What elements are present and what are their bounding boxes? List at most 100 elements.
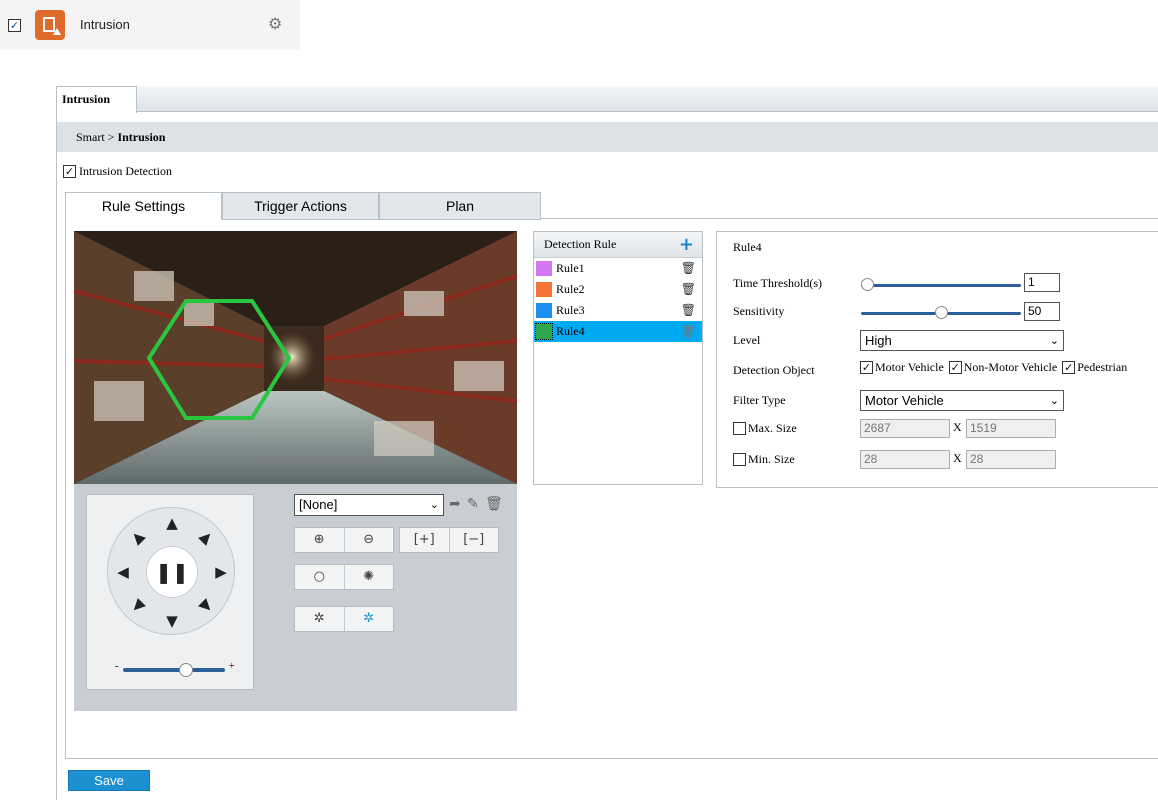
- tab-rule-settings[interactable]: Rule Settings: [65, 192, 222, 220]
- breadcrumb-separator: >: [107, 130, 115, 144]
- rule-item-1[interactable]: Rule1 🗑: [534, 258, 702, 279]
- min-size-toggle[interactable]: Min. Size: [733, 452, 795, 467]
- pedestrian-checkbox[interactable]: ✓: [1062, 361, 1076, 374]
- rule-color-swatch: [535, 323, 553, 340]
- filter-type-select[interactable]: Motor Vehicle ⌄: [860, 390, 1064, 411]
- delete-rule-icon[interactable]: 🗑: [681, 321, 696, 342]
- pan-down-icon[interactable]: ▼: [163, 612, 181, 630]
- ptz-control-area: ▲ ▼ ◀ ▶ ▲ ▲ ▲ ▲ ❚❚ - + [None] ⌄ ➦ ✎ 🗑 ⊕ …: [74, 484, 517, 711]
- tab-intrusion[interactable]: Intrusion: [57, 86, 137, 113]
- max-size-checkbox[interactable]: [733, 422, 746, 435]
- time-threshold-input[interactable]: 1: [1024, 273, 1060, 292]
- zoom-button-group: ⊕ ⊖: [294, 527, 394, 553]
- feature-enable-checkbox[interactable]: ✓: [8, 19, 21, 32]
- non-motor-vehicle-label: Non-Motor Vehicle: [963, 360, 1058, 374]
- pan-right-icon[interactable]: ▶: [212, 563, 230, 581]
- detection-object-label: Detection Object: [733, 363, 815, 377]
- edit-preset-icon[interactable]: ✎: [467, 496, 479, 512]
- rule-item-2[interactable]: Rule2 🗑: [534, 279, 702, 300]
- rule-item-3[interactable]: Rule3 🗑: [534, 300, 702, 321]
- sensitivity-input[interactable]: 50: [1024, 302, 1060, 321]
- speed-plus-label: +: [229, 661, 235, 672]
- size-separator: X: [953, 420, 962, 434]
- speed-slider-knob[interactable]: [179, 663, 193, 677]
- min-size-label: Min. Size: [748, 452, 795, 466]
- focus-near-icon[interactable]: [+]: [400, 528, 450, 552]
- sensitivity-label: Sensitivity: [733, 304, 785, 318]
- sensitivity-knob[interactable]: [935, 306, 948, 319]
- rule-label: Rule2: [556, 282, 585, 296]
- time-threshold-knob[interactable]: [861, 278, 874, 291]
- live-video-view[interactable]: [74, 231, 517, 484]
- zoom-in-icon[interactable]: ⊕: [295, 528, 345, 552]
- motor-vehicle-option[interactable]: ✓ Motor Vehicle: [860, 360, 944, 375]
- time-threshold-slider[interactable]: [861, 278, 1021, 291]
- focus-button-group: [+] [−]: [399, 527, 499, 553]
- max-size-toggle[interactable]: Max. Size: [733, 421, 797, 436]
- gear-icon[interactable]: ⚙: [268, 14, 282, 33]
- min-size-checkbox[interactable]: [733, 453, 746, 466]
- level-select[interactable]: High ⌄: [860, 330, 1064, 351]
- rule-color-swatch: [536, 303, 552, 318]
- breadcrumb: Smart > Intrusion: [57, 122, 1158, 152]
- motor-vehicle-label: Motor Vehicle: [875, 360, 944, 374]
- delete-rule-icon[interactable]: 🗑: [681, 258, 696, 279]
- go-to-preset-icon[interactable]: ➦: [449, 496, 461, 512]
- non-motor-vehicle-option[interactable]: ✓ Non-Motor Vehicle: [948, 360, 1058, 375]
- max-size-width-input[interactable]: 2687: [860, 419, 950, 438]
- detection-object-options: ✓ Motor Vehicle ✓ Non-Motor Vehicle ✓ Pedes…: [860, 360, 1127, 375]
- sensitivity-slider[interactable]: [861, 306, 1021, 319]
- preset-select[interactable]: [None] ⌄: [294, 494, 444, 516]
- focus-far-icon[interactable]: [−]: [450, 528, 499, 552]
- tab-trigger-actions[interactable]: Trigger Actions: [222, 192, 379, 220]
- save-button[interactable]: Save: [68, 770, 150, 791]
- light-icon[interactable]: ✲: [295, 607, 345, 631]
- breadcrumb-parent[interactable]: Smart: [76, 130, 105, 144]
- pan-up-icon[interactable]: ▲: [163, 514, 181, 532]
- pan-down-right-icon[interactable]: ▲: [194, 594, 219, 619]
- iris-close-icon[interactable]: ✺: [345, 565, 394, 589]
- feature-title: Intrusion: [80, 17, 130, 32]
- breadcrumb-current: Intrusion: [117, 130, 166, 144]
- panel-tabstrip: Intrusion: [57, 86, 1158, 113]
- intrusion-detection-checkbox[interactable]: ✓: [63, 165, 76, 178]
- ptz-speed-slider[interactable]: - +: [115, 661, 235, 677]
- min-size-height-input[interactable]: 28: [966, 450, 1056, 469]
- level-select-value: High: [865, 333, 892, 348]
- tab-plan[interactable]: Plan: [379, 192, 541, 220]
- iris-open-icon[interactable]: ○: [295, 565, 345, 589]
- delete-rule-icon[interactable]: 🗑: [681, 300, 696, 321]
- pedestrian-option[interactable]: ✓ Pedestrian: [1062, 360, 1127, 375]
- ptz-dpad: ▲ ▼ ◀ ▶ ▲ ▲ ▲ ▲ ❚❚: [107, 507, 235, 635]
- wiper-icon[interactable]: ✲: [345, 607, 394, 631]
- warehouse-scene: [74, 231, 517, 484]
- motor-vehicle-checkbox[interactable]: ✓: [860, 361, 873, 374]
- rule-color-swatch: [536, 282, 552, 297]
- rule-list-title: Detection Rule: [544, 237, 617, 251]
- detection-rule-list: Detection Rule + Rule1 🗑 Rule2 🗑 Rule3 🗑…: [533, 231, 703, 485]
- level-label: Level: [733, 333, 761, 347]
- min-size-width-input[interactable]: 28: [860, 450, 950, 469]
- pedestrian-label: Pedestrian: [1077, 360, 1128, 374]
- delete-rule-icon[interactable]: 🗑: [681, 279, 696, 300]
- non-motor-vehicle-checkbox[interactable]: ✓: [948, 361, 962, 374]
- pan-up-left-icon[interactable]: ▲: [124, 524, 149, 549]
- add-rule-icon[interactable]: +: [679, 232, 694, 257]
- rule-item-4[interactable]: Rule4 🗑: [534, 321, 702, 342]
- pan-left-icon[interactable]: ◀: [114, 563, 132, 581]
- filter-type-select-value: Motor Vehicle: [865, 393, 944, 408]
- pan-up-right-icon[interactable]: ▲: [194, 524, 219, 549]
- rule-label: Rule3: [556, 303, 585, 317]
- preset-select-value: [None]: [299, 497, 338, 512]
- intrusion-detection-toggle[interactable]: ✓ Intrusion Detection: [63, 164, 172, 179]
- delete-preset-icon[interactable]: 🗑: [485, 496, 503, 512]
- size-separator: X: [953, 451, 962, 465]
- zoom-out-icon[interactable]: ⊖: [345, 528, 394, 552]
- rule-label: Rule4: [556, 324, 585, 338]
- filter-type-label: Filter Type: [733, 393, 786, 407]
- pan-down-left-icon[interactable]: ▲: [124, 594, 149, 619]
- pause-icon[interactable]: ❚❚: [146, 546, 198, 598]
- max-size-height-input[interactable]: 1519: [966, 419, 1056, 438]
- feature-header: ✓ Intrusion ⚙: [0, 0, 300, 50]
- rule-title: Rule4: [733, 240, 762, 254]
